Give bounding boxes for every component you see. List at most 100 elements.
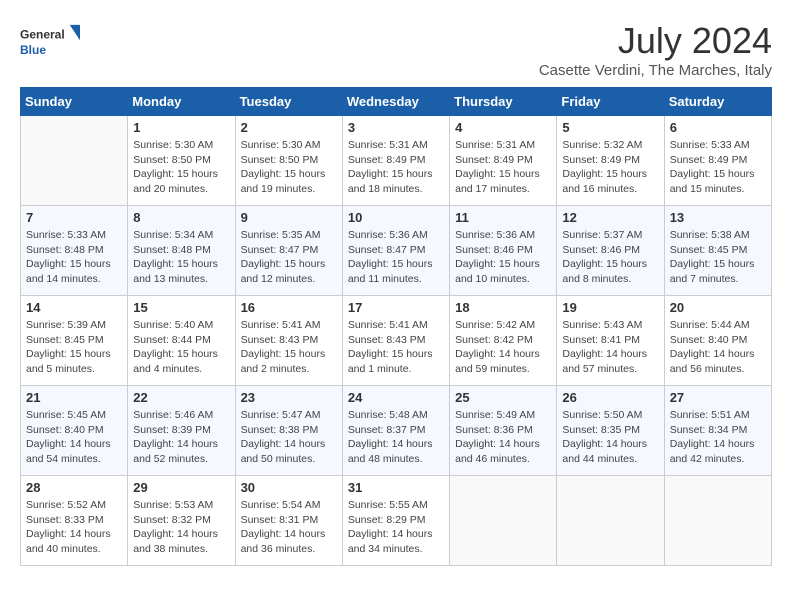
- calendar-cell: 11 Sunrise: 5:36 AM Sunset: 8:46 PM Dayli…: [450, 206, 557, 296]
- day-number: 11: [455, 210, 551, 225]
- calendar-cell: 8 Sunrise: 5:34 AM Sunset: 8:48 PM Daylig…: [128, 206, 235, 296]
- calendar-cell: 7 Sunrise: 5:33 AM Sunset: 8:48 PM Daylig…: [21, 206, 128, 296]
- day-info: Sunrise: 5:34 AM Sunset: 8:48 PM Dayligh…: [133, 228, 229, 287]
- day-number: 23: [241, 390, 337, 405]
- calendar-cell: [450, 476, 557, 566]
- svg-text:Blue: Blue: [20, 43, 46, 57]
- day-number: 4: [455, 120, 551, 135]
- calendar-cell: 4Sunrise: 5:31 AM Sunset: 8:49 PM Daylig…: [450, 116, 557, 206]
- day-number: 9: [241, 210, 337, 225]
- calendar-cell: 14Sunrise: 5:39 AM Sunset: 8:45 PM Dayli…: [21, 296, 128, 386]
- week-row-3: 14Sunrise: 5:39 AM Sunset: 8:45 PM Dayli…: [21, 296, 772, 386]
- calendar-cell: 15 Sunrise: 5:40 AM Sunset: 8:44 PM Dayli…: [128, 296, 235, 386]
- day-number: 28: [26, 480, 122, 495]
- day-number: 20: [670, 300, 766, 315]
- day-info: Sunrise: 5:40 AM Sunset: 8:44 PM Dayligh…: [133, 318, 229, 377]
- calendar-cell: 28 Sunrise: 5:52 AM Sunset: 8:33 PM Dayli…: [21, 476, 128, 566]
- calendar-cell: 23 Sunrise: 5:47 AM Sunset: 8:38 PM Dayli…: [235, 386, 342, 476]
- location-subtitle: Casette Verdini, The Marches, Italy: [539, 62, 772, 79]
- calendar-cell: [557, 476, 664, 566]
- day-number: 10: [348, 210, 444, 225]
- svg-text:General: General: [20, 28, 65, 42]
- column-header-saturday: Saturday: [664, 88, 771, 116]
- day-info: Sunrise: 5:31 AM Sunset: 8:49 PM Dayligh…: [348, 138, 444, 197]
- logo-svg: General Blue: [20, 20, 80, 64]
- day-number: 1: [133, 120, 229, 135]
- day-number: 7: [26, 210, 122, 225]
- day-number: 5: [562, 120, 658, 135]
- day-info: Sunrise: 5:48 AM Sunset: 8:37 PM Dayligh…: [348, 408, 444, 467]
- day-info: Sunrise: 5:54 AM Sunset: 8:31 PM Dayligh…: [241, 498, 337, 557]
- calendar-cell: [664, 476, 771, 566]
- calendar-cell: [21, 116, 128, 206]
- calendar-cell: 21 Sunrise: 5:45 AM Sunset: 8:40 PM Dayli…: [21, 386, 128, 476]
- column-header-friday: Friday: [557, 88, 664, 116]
- calendar-cell: 1 Sunrise: 5:30 AM Sunset: 8:50 PM Daylig…: [128, 116, 235, 206]
- day-number: 31: [348, 480, 444, 495]
- day-info: Sunrise: 5:36 AM Sunset: 8:46 PM Dayligh…: [455, 228, 551, 287]
- calendar-cell: 27 Sunrise: 5:51 AM Sunset: 8:34 PM Dayli…: [664, 386, 771, 476]
- day-info: Sunrise: 5:37 AM Sunset: 8:46 PM Dayligh…: [562, 228, 658, 287]
- calendar-cell: 29 Sunrise: 5:53 AM Sunset: 8:32 PM Dayli…: [128, 476, 235, 566]
- calendar-cell: 3 Sunrise: 5:31 AM Sunset: 8:49 PM Daylig…: [342, 116, 449, 206]
- calendar-cell: 5 Sunrise: 5:32 AM Sunset: 8:49 PM Daylig…: [557, 116, 664, 206]
- day-info: Sunrise: 5:41 AM Sunset: 8:43 PM Dayligh…: [348, 318, 444, 377]
- day-number: 16: [241, 300, 337, 315]
- calendar-cell: 18 Sunrise: 5:42 AM Sunset: 8:42 PM Dayli…: [450, 296, 557, 386]
- column-header-sunday: Sunday: [21, 88, 128, 116]
- header-area: General Blue July 2024 Casette Verdini, …: [20, 20, 772, 79]
- day-number: 3: [348, 120, 444, 135]
- week-row-4: 21 Sunrise: 5:45 AM Sunset: 8:40 PM Dayli…: [21, 386, 772, 476]
- day-number: 15: [133, 300, 229, 315]
- day-info: Sunrise: 5:55 AM Sunset: 8:29 PM Dayligh…: [348, 498, 444, 557]
- day-info: Sunrise: 5:47 AM Sunset: 8:38 PM Dayligh…: [241, 408, 337, 467]
- day-number: 2: [241, 120, 337, 135]
- day-info: Sunrise: 5:52 AM Sunset: 8:33 PM Dayligh…: [26, 498, 122, 557]
- day-number: 8: [133, 210, 229, 225]
- day-info: Sunrise: 5:49 AM Sunset: 8:36 PM Dayligh…: [455, 408, 551, 467]
- week-row-1: 1 Sunrise: 5:30 AM Sunset: 8:50 PM Daylig…: [21, 116, 772, 206]
- day-info: Sunrise: 5:51 AM Sunset: 8:34 PM Dayligh…: [670, 408, 766, 467]
- day-info: Sunrise: 5:35 AM Sunset: 8:47 PM Dayligh…: [241, 228, 337, 287]
- day-number: 18: [455, 300, 551, 315]
- calendar-cell: 16 Sunrise: 5:41 AM Sunset: 8:43 PM Dayli…: [235, 296, 342, 386]
- day-info: Sunrise: 5:44 AM Sunset: 8:40 PM Dayligh…: [670, 318, 766, 377]
- calendar-cell: 31 Sunrise: 5:55 AM Sunset: 8:29 PM Dayli…: [342, 476, 449, 566]
- day-number: 26: [562, 390, 658, 405]
- column-header-wednesday: Wednesday: [342, 88, 449, 116]
- column-header-thursday: Thursday: [450, 88, 557, 116]
- day-info: Sunrise: 5:30 AM Sunset: 8:50 PM Dayligh…: [133, 138, 229, 197]
- day-info: Sunrise: 5:41 AM Sunset: 8:43 PM Dayligh…: [241, 318, 337, 377]
- day-info: Sunrise: 5:42 AM Sunset: 8:42 PM Dayligh…: [455, 318, 551, 377]
- calendar-cell: 22 Sunrise: 5:46 AM Sunset: 8:39 PM Dayli…: [128, 386, 235, 476]
- column-header-tuesday: Tuesday: [235, 88, 342, 116]
- week-row-5: 28 Sunrise: 5:52 AM Sunset: 8:33 PM Dayli…: [21, 476, 772, 566]
- day-info: Sunrise: 5:38 AM Sunset: 8:45 PM Dayligh…: [670, 228, 766, 287]
- calendar-cell: 9 Sunrise: 5:35 AM Sunset: 8:47 PM Daylig…: [235, 206, 342, 296]
- day-number: 6: [670, 120, 766, 135]
- calendar-cell: 25Sunrise: 5:49 AM Sunset: 8:36 PM Dayli…: [450, 386, 557, 476]
- day-info: Sunrise: 5:46 AM Sunset: 8:39 PM Dayligh…: [133, 408, 229, 467]
- day-info: Sunrise: 5:39 AM Sunset: 8:45 PM Dayligh…: [26, 318, 122, 377]
- day-info: Sunrise: 5:45 AM Sunset: 8:40 PM Dayligh…: [26, 408, 122, 467]
- day-info: Sunrise: 5:32 AM Sunset: 8:49 PM Dayligh…: [562, 138, 658, 197]
- day-number: 30: [241, 480, 337, 495]
- day-info: Sunrise: 5:50 AM Sunset: 8:35 PM Dayligh…: [562, 408, 658, 467]
- day-number: 13: [670, 210, 766, 225]
- day-info: Sunrise: 5:53 AM Sunset: 8:32 PM Dayligh…: [133, 498, 229, 557]
- calendar-cell: 24Sunrise: 5:48 AM Sunset: 8:37 PM Dayli…: [342, 386, 449, 476]
- day-number: 22: [133, 390, 229, 405]
- day-info: Sunrise: 5:33 AM Sunset: 8:48 PM Dayligh…: [26, 228, 122, 287]
- calendar-cell: 10Sunrise: 5:36 AM Sunset: 8:47 PM Dayli…: [342, 206, 449, 296]
- day-number: 21: [26, 390, 122, 405]
- title-area: July 2024 Casette Verdini, The Marches, …: [539, 20, 772, 79]
- calendar-cell: 20 Sunrise: 5:44 AM Sunset: 8:40 PM Dayli…: [664, 296, 771, 386]
- calendar-cell: 2 Sunrise: 5:30 AM Sunset: 8:50 PM Daylig…: [235, 116, 342, 206]
- calendar-cell: 17 Sunrise: 5:41 AM Sunset: 8:43 PM Dayli…: [342, 296, 449, 386]
- calendar-cell: 26 Sunrise: 5:50 AM Sunset: 8:35 PM Dayli…: [557, 386, 664, 476]
- day-number: 29: [133, 480, 229, 495]
- day-number: 27: [670, 390, 766, 405]
- column-header-monday: Monday: [128, 88, 235, 116]
- day-info: Sunrise: 5:30 AM Sunset: 8:50 PM Dayligh…: [241, 138, 337, 197]
- day-number: 17: [348, 300, 444, 315]
